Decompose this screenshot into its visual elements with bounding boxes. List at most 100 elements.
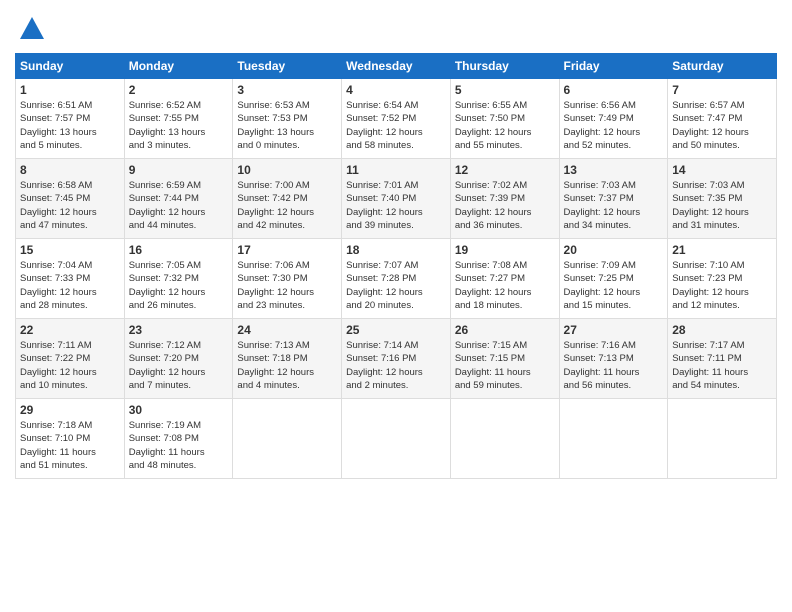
day-info: Sunrise: 7:17 AMSunset: 7:11 PMDaylight:…	[672, 339, 772, 392]
day-number: 25	[346, 323, 446, 337]
day-info: Sunrise: 7:05 AMSunset: 7:32 PMDaylight:…	[129, 259, 229, 312]
table-cell: 27 Sunrise: 7:16 AMSunset: 7:13 PMDayligh…	[559, 319, 668, 399]
day-number: 6	[564, 83, 664, 97]
table-cell: 14 Sunrise: 7:03 AMSunset: 7:35 PMDayligh…	[668, 159, 777, 239]
day-info: Sunrise: 7:06 AMSunset: 7:30 PMDaylight:…	[237, 259, 337, 312]
table-cell: 2 Sunrise: 6:52 AMSunset: 7:55 PMDaylight…	[124, 79, 233, 159]
day-info: Sunrise: 7:14 AMSunset: 7:16 PMDaylight:…	[346, 339, 446, 392]
calendar-header-row: Sunday Monday Tuesday Wednesday Thursday…	[16, 54, 777, 79]
table-cell: 15 Sunrise: 7:04 AMSunset: 7:33 PMDayligh…	[16, 239, 125, 319]
table-cell: 13 Sunrise: 7:03 AMSunset: 7:37 PMDayligh…	[559, 159, 668, 239]
table-cell: 1 Sunrise: 6:51 AMSunset: 7:57 PMDaylight…	[16, 79, 125, 159]
table-cell: 22 Sunrise: 7:11 AMSunset: 7:22 PMDayligh…	[16, 319, 125, 399]
calendar-row: 15 Sunrise: 7:04 AMSunset: 7:33 PMDayligh…	[16, 239, 777, 319]
table-cell	[342, 399, 451, 479]
day-info: Sunrise: 6:53 AMSunset: 7:53 PMDaylight:…	[237, 99, 337, 152]
table-cell: 4Sunrise: 6:54 AMSunset: 7:52 PMDaylight…	[342, 79, 451, 159]
col-tuesday: Tuesday	[233, 54, 342, 79]
day-info: Sunrise: 7:15 AMSunset: 7:15 PMDaylight:…	[455, 339, 555, 392]
calendar-row: 8 Sunrise: 6:58 AMSunset: 7:45 PMDaylight…	[16, 159, 777, 239]
day-number: 8	[20, 163, 120, 177]
day-number: 1	[20, 83, 120, 97]
table-cell: 23Sunrise: 7:12 AMSunset: 7:20 PMDayligh…	[124, 319, 233, 399]
page: Sunday Monday Tuesday Wednesday Thursday…	[0, 0, 792, 612]
day-number: 11	[346, 163, 446, 177]
day-number: 15	[20, 243, 120, 257]
day-number: 3	[237, 83, 337, 97]
table-cell: 26Sunrise: 7:15 AMSunset: 7:15 PMDayligh…	[450, 319, 559, 399]
col-saturday: Saturday	[668, 54, 777, 79]
col-wednesday: Wednesday	[342, 54, 451, 79]
day-number: 27	[564, 323, 664, 337]
day-number: 22	[20, 323, 120, 337]
table-cell: 24 Sunrise: 7:13 AMSunset: 7:18 PMDayligh…	[233, 319, 342, 399]
table-cell: 11 Sunrise: 7:01 AMSunset: 7:40 PMDayligh…	[342, 159, 451, 239]
col-friday: Friday	[559, 54, 668, 79]
day-number: 18	[346, 243, 446, 257]
day-info: Sunrise: 6:59 AMSunset: 7:44 PMDaylight:…	[129, 179, 229, 232]
day-number: 13	[564, 163, 664, 177]
day-info: Sunrise: 7:09 AMSunset: 7:25 PMDaylight:…	[564, 259, 664, 312]
table-cell: 20 Sunrise: 7:09 AMSunset: 7:25 PMDayligh…	[559, 239, 668, 319]
day-number: 10	[237, 163, 337, 177]
day-info: Sunrise: 7:07 AMSunset: 7:28 PMDaylight:…	[346, 259, 446, 312]
day-number: 14	[672, 163, 772, 177]
day-number: 28	[672, 323, 772, 337]
day-info: Sunrise: 7:11 AMSunset: 7:22 PMDaylight:…	[20, 339, 120, 392]
table-cell: 21 Sunrise: 7:10 AMSunset: 7:23 PMDayligh…	[668, 239, 777, 319]
table-cell: 30 Sunrise: 7:19 AMSunset: 7:08 PMDayligh…	[124, 399, 233, 479]
day-info: Sunrise: 6:58 AMSunset: 7:45 PMDaylight:…	[20, 179, 120, 232]
logo-icon	[18, 15, 46, 43]
calendar-table: Sunday Monday Tuesday Wednesday Thursday…	[15, 53, 777, 479]
day-info: Sunrise: 7:03 AMSunset: 7:37 PMDaylight:…	[564, 179, 664, 232]
day-info: Sunrise: 7:08 AMSunset: 7:27 PMDaylight:…	[455, 259, 555, 312]
day-number: 30	[129, 403, 229, 417]
table-cell: 25 Sunrise: 7:14 AMSunset: 7:16 PMDayligh…	[342, 319, 451, 399]
table-cell: 17 Sunrise: 7:06 AMSunset: 7:30 PMDayligh…	[233, 239, 342, 319]
day-info: Sunrise: 7:16 AMSunset: 7:13 PMDaylight:…	[564, 339, 664, 392]
table-cell	[668, 399, 777, 479]
table-cell: 6 Sunrise: 6:56 AMSunset: 7:49 PMDaylight…	[559, 79, 668, 159]
day-info: Sunrise: 6:56 AMSunset: 7:49 PMDaylight:…	[564, 99, 664, 152]
day-number: 7	[672, 83, 772, 97]
day-info: Sunrise: 6:54 AMSunset: 7:52 PMDaylight:…	[346, 99, 446, 152]
day-info: Sunrise: 6:52 AMSunset: 7:55 PMDaylight:…	[129, 99, 229, 152]
table-cell	[233, 399, 342, 479]
day-info: Sunrise: 7:00 AMSunset: 7:42 PMDaylight:…	[237, 179, 337, 232]
day-info: Sunrise: 7:02 AMSunset: 7:39 PMDaylight:…	[455, 179, 555, 232]
table-cell: 28 Sunrise: 7:17 AMSunset: 7:11 PMDayligh…	[668, 319, 777, 399]
col-thursday: Thursday	[450, 54, 559, 79]
header	[15, 15, 777, 43]
day-number: 23	[129, 323, 229, 337]
day-info: Sunrise: 7:10 AMSunset: 7:23 PMDaylight:…	[672, 259, 772, 312]
table-cell	[450, 399, 559, 479]
table-cell: 29Sunrise: 7:18 AMSunset: 7:10 PMDayligh…	[16, 399, 125, 479]
calendar-row: 1 Sunrise: 6:51 AMSunset: 7:57 PMDaylight…	[16, 79, 777, 159]
day-info: Sunrise: 7:01 AMSunset: 7:40 PMDaylight:…	[346, 179, 446, 232]
day-info: Sunrise: 6:55 AMSunset: 7:50 PMDaylight:…	[455, 99, 555, 152]
day-number: 2	[129, 83, 229, 97]
table-cell: 12 Sunrise: 7:02 AMSunset: 7:39 PMDayligh…	[450, 159, 559, 239]
day-number: 24	[237, 323, 337, 337]
table-cell: 19Sunrise: 7:08 AMSunset: 7:27 PMDayligh…	[450, 239, 559, 319]
table-cell: 10 Sunrise: 7:00 AMSunset: 7:42 PMDayligh…	[233, 159, 342, 239]
calendar-row: 22 Sunrise: 7:11 AMSunset: 7:22 PMDayligh…	[16, 319, 777, 399]
day-info: Sunrise: 7:18 AMSunset: 7:10 PMDaylight:…	[20, 419, 120, 472]
day-number: 20	[564, 243, 664, 257]
table-cell: 8 Sunrise: 6:58 AMSunset: 7:45 PMDaylight…	[16, 159, 125, 239]
table-cell: 7Sunrise: 6:57 AMSunset: 7:47 PMDaylight…	[668, 79, 777, 159]
table-cell: 3 Sunrise: 6:53 AMSunset: 7:53 PMDaylight…	[233, 79, 342, 159]
day-number: 5	[455, 83, 555, 97]
day-info: Sunrise: 6:51 AMSunset: 7:57 PMDaylight:…	[20, 99, 120, 152]
day-info: Sunrise: 7:04 AMSunset: 7:33 PMDaylight:…	[20, 259, 120, 312]
day-number: 21	[672, 243, 772, 257]
day-info: Sunrise: 7:13 AMSunset: 7:18 PMDaylight:…	[237, 339, 337, 392]
day-info: Sunrise: 7:03 AMSunset: 7:35 PMDaylight:…	[672, 179, 772, 232]
day-number: 16	[129, 243, 229, 257]
day-info: Sunrise: 7:19 AMSunset: 7:08 PMDaylight:…	[129, 419, 229, 472]
table-cell: 18 Sunrise: 7:07 AMSunset: 7:28 PMDayligh…	[342, 239, 451, 319]
day-number: 12	[455, 163, 555, 177]
day-number: 9	[129, 163, 229, 177]
day-number: 17	[237, 243, 337, 257]
col-monday: Monday	[124, 54, 233, 79]
